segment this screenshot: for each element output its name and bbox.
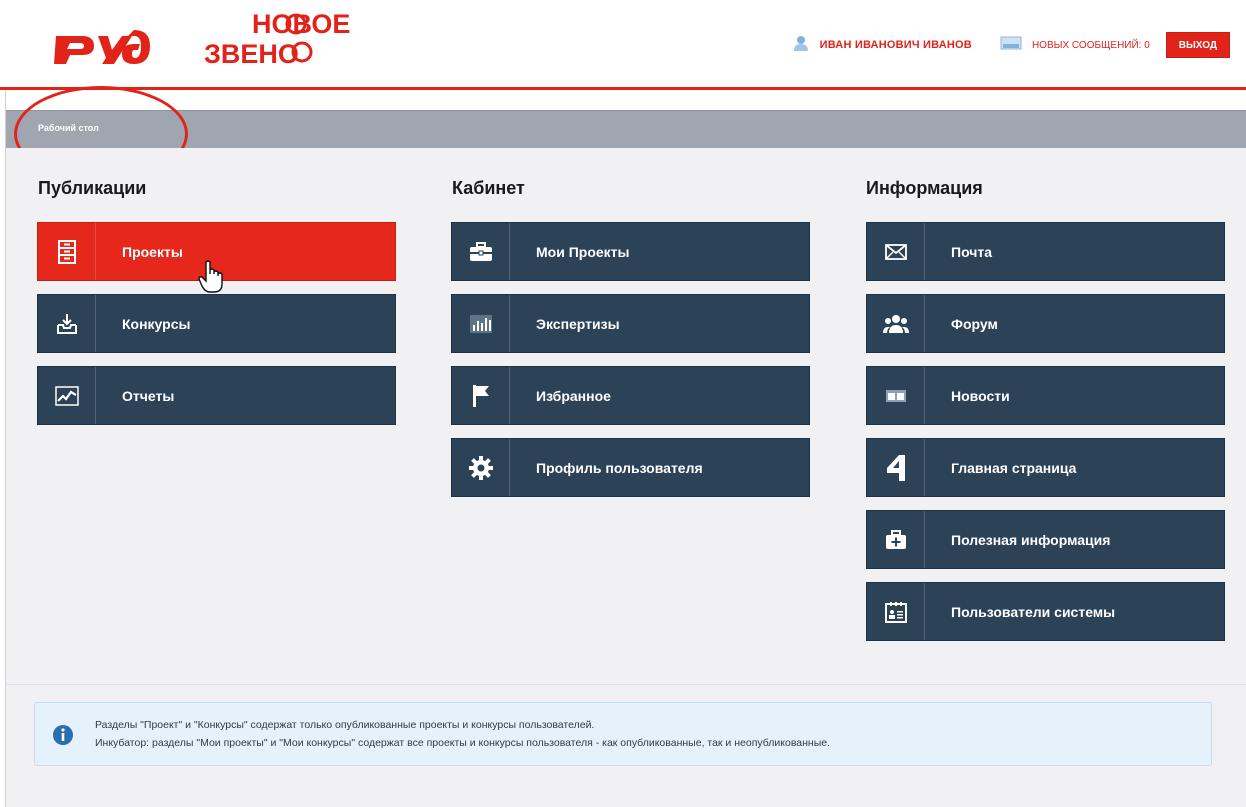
first-aid-icon <box>867 511 925 568</box>
cabinet-title: Кабинет <box>452 178 525 198</box>
tile-mail-label: Почта <box>951 243 993 260</box>
envelope-icon <box>867 223 925 280</box>
newspaper-icon <box>867 367 925 424</box>
tile-useful-info-label: Полезная информация <box>951 531 1111 548</box>
top-header: НОВОЕ ЗВЕНО ИВАН ИВАНОВИЧ ИВАНОВ НОВЫХ С… <box>0 0 1246 90</box>
tile-reports-label: Отчеты <box>122 387 175 404</box>
tile-home-page-label: Главная страница <box>951 459 1077 476</box>
tile-system-users-label: Пользователи системы <box>951 603 1116 620</box>
user-area: ИВАН ИВАНОВИЧ ИВАНОВ НОВЫХ СООБЩЕНИЙ: 0 … <box>792 32 1246 58</box>
tile-my-projects-label: Мои Проекты <box>536 243 630 260</box>
new-messages-link[interactable]: НОВЫХ СООБЩЕНИЙ: 0 <box>1032 40 1150 51</box>
tile-system-users[interactable]: Пользователи системы <box>866 582 1225 641</box>
publications-title: Публикации <box>38 178 147 198</box>
home-icon <box>867 439 925 496</box>
hand-cursor-icon <box>198 260 223 293</box>
tile-user-profile-label: Профиль пользователя <box>536 459 703 476</box>
tile-reports[interactable]: Отчеты <box>37 366 396 425</box>
info-line-2: Инкубатор: разделы "Мои проекты" и "Мои … <box>95 737 831 749</box>
tile-favorites[interactable]: Избранное <box>451 366 810 425</box>
tile-user-profile[interactable]: Профиль пользователя <box>451 438 810 497</box>
users-icon <box>867 295 925 352</box>
info-notice: Разделы "Проект" и "Конкурсы" содержат т… <box>34 702 1212 766</box>
tile-my-projects[interactable]: Мои Проекты <box>451 222 810 281</box>
user-name-link[interactable]: ИВАН ИВАНОВИЧ ИВАНОВ <box>820 39 972 51</box>
logout-button[interactable]: ВЫХОД <box>1165 32 1230 58</box>
chart-line-icon <box>38 367 96 424</box>
tile-useful-info[interactable]: Полезная информация <box>866 510 1225 569</box>
novoe-zveno-logo[interactable]: НОВОЕ ЗВЕНО <box>198 2 378 82</box>
inbox-download-icon <box>38 295 96 352</box>
tile-favorites-label: Избранное <box>536 387 611 404</box>
user-icon <box>792 34 810 57</box>
information-title: Информация <box>866 178 983 198</box>
briefcase-icon <box>452 223 510 280</box>
flag-icon <box>452 367 510 424</box>
tile-expertise-label: Экспертизы <box>536 315 620 332</box>
tile-mail[interactable]: Почта <box>866 222 1225 281</box>
cabinet-icon <box>38 223 96 280</box>
brand-logo-line2-text: ЗВЕНО <box>204 39 299 69</box>
tile-forum-label: Форум <box>951 315 998 332</box>
info-icon <box>53 725 73 745</box>
brand-logo-line1-text: НОВОЕ <box>252 9 350 39</box>
info-line-1: Разделы "Проект" и "Конкурсы" содержат т… <box>95 719 595 731</box>
bar-chart-icon <box>452 295 510 352</box>
contact-card-icon <box>867 583 925 640</box>
tile-projects-label: Проекты <box>122 243 183 260</box>
tile-contests-label: Конкурсы <box>122 315 191 332</box>
rzd-logo[interactable] <box>52 22 152 66</box>
tile-home-page[interactable]: Главная страница <box>866 438 1225 497</box>
messages-icon <box>1000 35 1022 56</box>
gear-icon <box>452 439 510 496</box>
tile-contests[interactable]: Конкурсы <box>37 294 396 353</box>
tile-expertise[interactable]: Экспертизы <box>451 294 810 353</box>
tile-forum[interactable]: Форум <box>866 294 1225 353</box>
tile-news[interactable]: Новости <box>866 366 1225 425</box>
breadcrumb: Рабочий стол <box>6 110 1246 148</box>
tile-news-label: Новости <box>951 387 1010 404</box>
